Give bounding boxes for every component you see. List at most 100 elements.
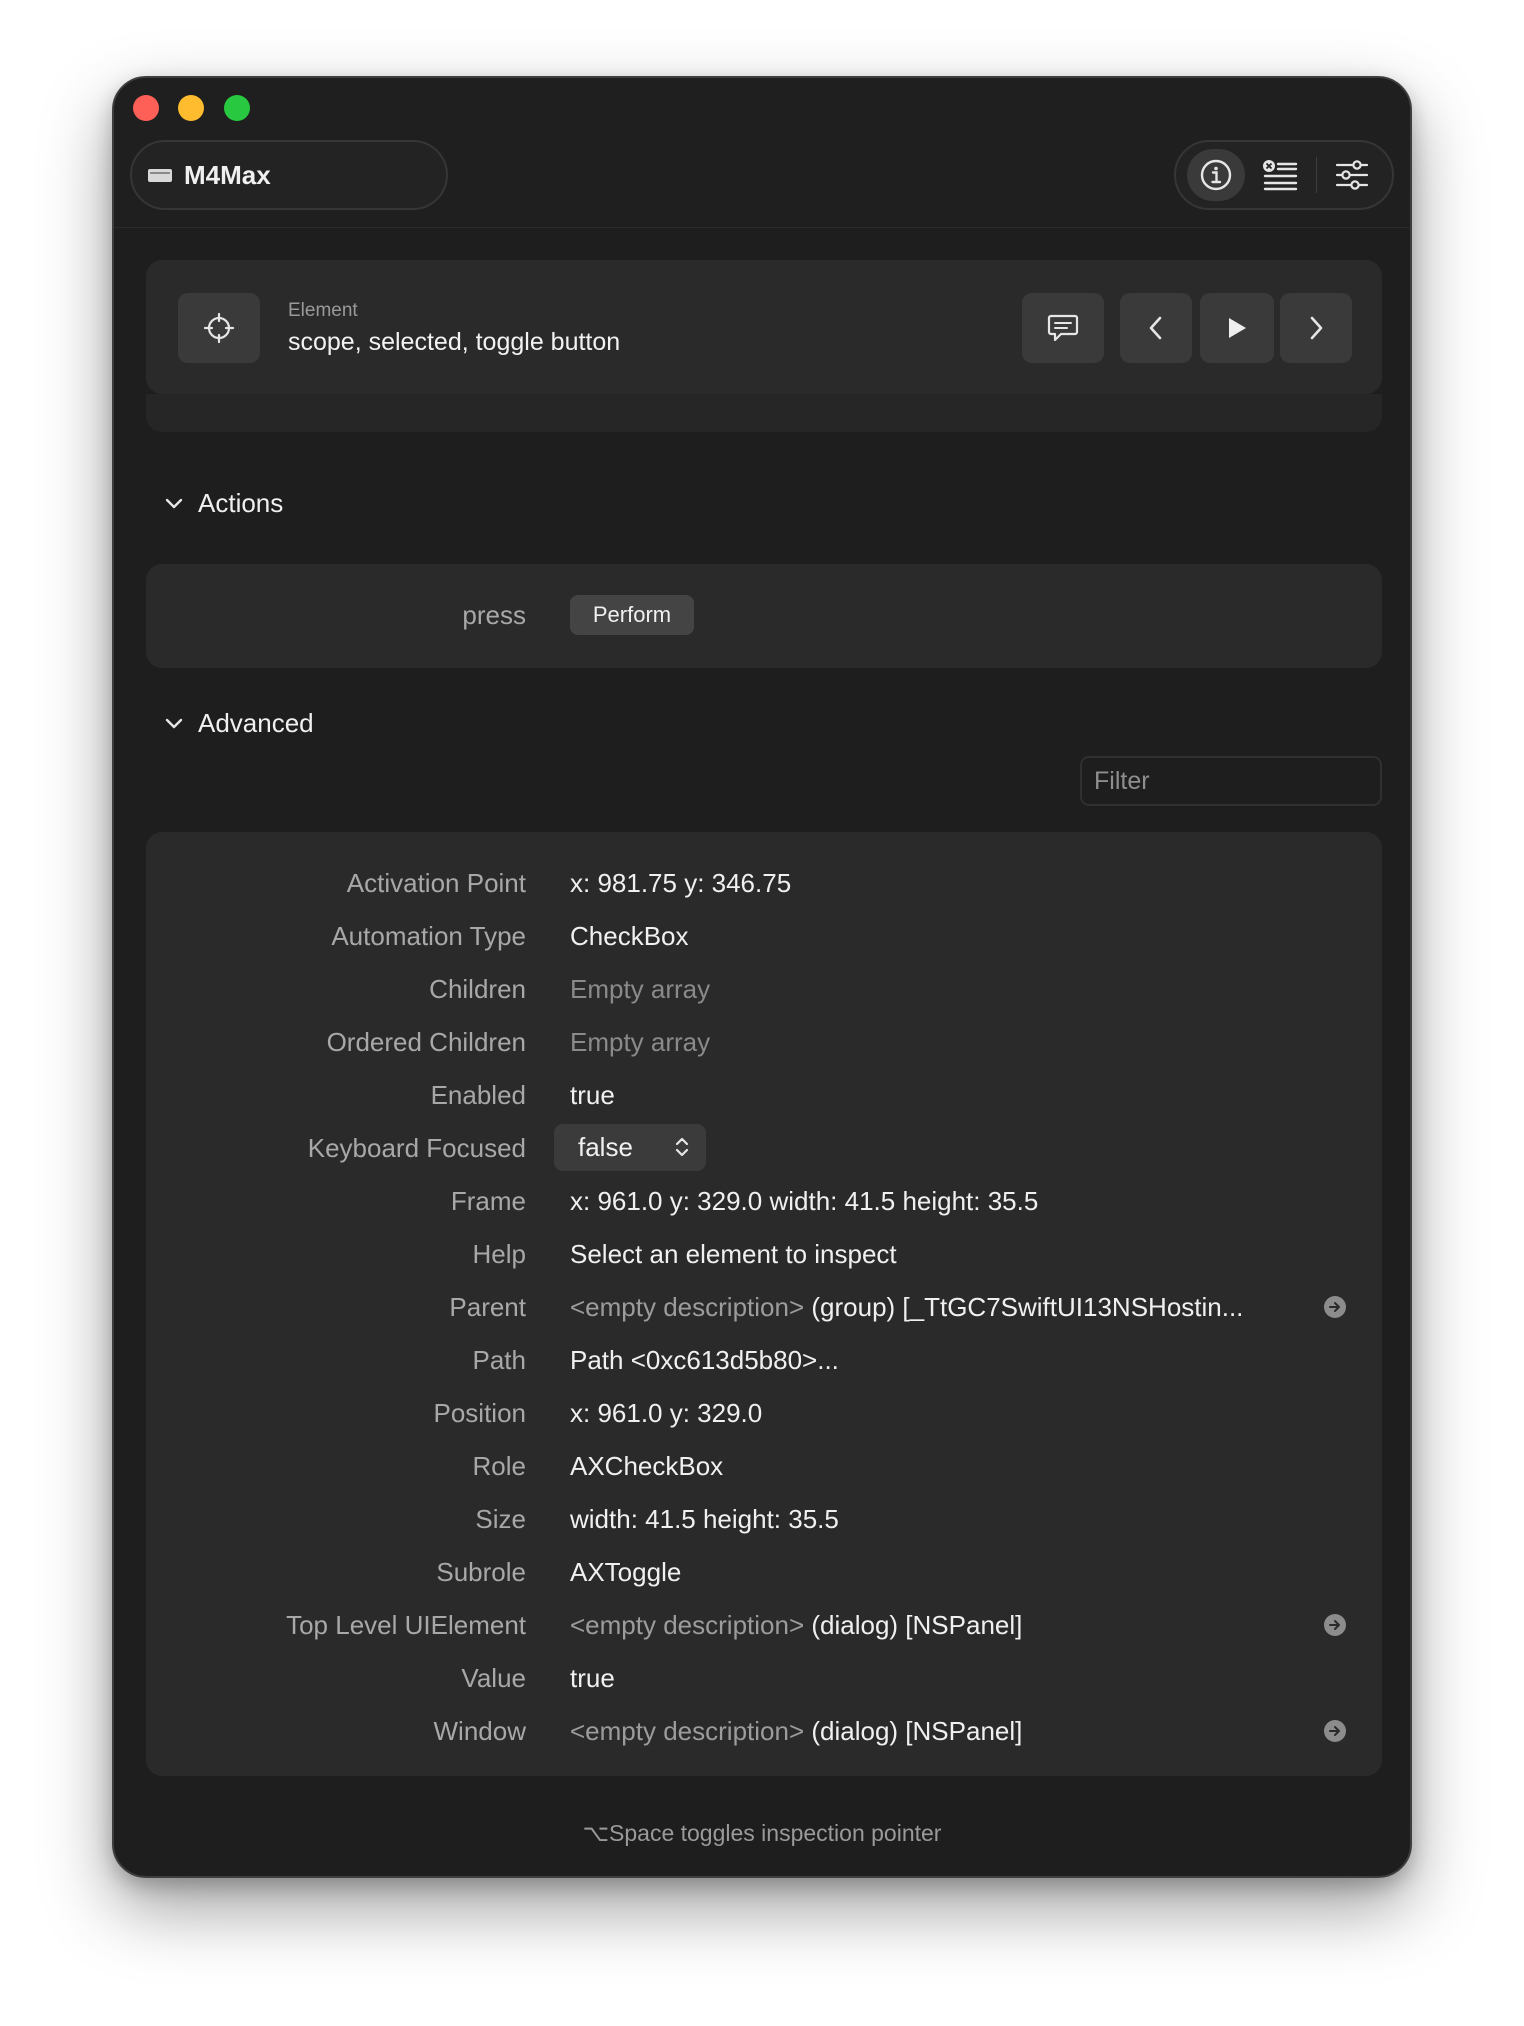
keyboard-focused-select[interactable]: false (554, 1124, 706, 1171)
zoom-window-button[interactable] (224, 95, 250, 121)
attribute-key: Top Level UIElement (286, 1610, 526, 1640)
attribute-key: Enabled (430, 1080, 526, 1110)
attribute-value: x: 961.0 y: 329.0 width: 41.5 height: 35… (570, 1186, 1039, 1216)
attribute-row-parent: Parent <empty description> (group) [_TtG… (146, 1280, 1382, 1333)
advanced-section-title: Advanced (198, 708, 314, 738)
attribute-key: Value (461, 1663, 526, 1693)
attribute-value: Empty array (570, 1027, 711, 1057)
attribute-key: Subrole (436, 1557, 526, 1587)
close-window-button[interactable] (133, 95, 159, 121)
attribute-key: Frame (450, 1186, 526, 1216)
attribute-value: Select an element to inspect (570, 1239, 897, 1269)
attribute-row-position: Position x: 961.0 y: 329.0 (146, 1386, 1382, 1439)
inspect-target-button[interactable] (178, 293, 260, 363)
attribute-value: Empty array (570, 974, 711, 1004)
attribute-key: Role (472, 1451, 526, 1481)
speech-bubble-icon (1047, 314, 1079, 342)
element-caption: Element (288, 300, 358, 321)
minimize-window-button[interactable] (178, 95, 204, 121)
attribute-value-description: <empty description> (570, 1292, 805, 1322)
info-circle-icon (1200, 159, 1232, 191)
navigate-arrow-icon[interactable] (1324, 1614, 1346, 1636)
attribute-value: Path <0xc613d5b80>... (570, 1345, 839, 1375)
chevron-right-icon (1310, 316, 1323, 340)
attribute-key: Path (472, 1345, 527, 1375)
select-value: false (578, 1132, 633, 1162)
element-description: scope, selected, toggle button (288, 328, 621, 356)
attribute-row-window: Window <empty description> (dialog) [NSP… (146, 1704, 1382, 1757)
device-selector[interactable]: M4Max (130, 140, 448, 210)
actions-section-title: Actions (198, 488, 284, 518)
crosshair-icon (203, 312, 235, 344)
settings-button[interactable] (1323, 149, 1381, 201)
attribute-value: true (570, 1080, 615, 1110)
attribute-key: Help (472, 1239, 526, 1269)
play-button[interactable] (1200, 293, 1274, 363)
previous-element-button[interactable] (1120, 293, 1192, 363)
attribute-value: <empty description> (dialog) [NSPanel] (570, 1610, 1022, 1641)
attribute-value-detail: (dialog) [NSPanel] (811, 1716, 1023, 1746)
attribute-value-detail: (dialog) [NSPanel] (811, 1610, 1023, 1640)
attribute-value: x: 981.75 y: 346.75 (570, 868, 792, 898)
attribute-key: Size (475, 1504, 526, 1534)
element-card-overflow (146, 394, 1382, 432)
toolbar-group (1174, 140, 1394, 210)
list-with-badge-icon (1263, 160, 1298, 191)
attribute-value: AXToggle (570, 1557, 682, 1587)
attribute-row-subrole: Subrole AXToggle (146, 1545, 1382, 1598)
navigate-arrow-icon[interactable] (1324, 1720, 1346, 1742)
filter-input[interactable] (1080, 756, 1382, 806)
attribute-row-role: Role AXCheckBox (146, 1439, 1382, 1492)
attribute-value: CheckBox (570, 921, 689, 951)
inspector-window: M4Max Element scope, selected, toggle bu… (112, 76, 1412, 1878)
title-bar: M4Max (114, 78, 1410, 228)
attribute-row-keyboard-focused: Keyboard Focused false (146, 1121, 1382, 1174)
attribute-key: Automation Type (331, 921, 526, 951)
attribute-row-path: Path Path <0xc613d5b80>... (146, 1333, 1382, 1386)
attribute-row-size: Size width: 41.5 height: 35.5 (146, 1492, 1382, 1545)
attribute-row-children: Children Empty array (146, 962, 1382, 1015)
attribute-key: Window (433, 1716, 526, 1746)
toolbar-separator (1315, 157, 1317, 193)
attribute-value: <empty description> (dialog) [NSPanel] (570, 1716, 1022, 1747)
attributes-card: Activation Point x: 981.75 y: 346.75 Aut… (146, 832, 1382, 1776)
element-card: Element scope, selected, toggle button (146, 260, 1382, 394)
action-name: press (462, 600, 526, 630)
device-icon (148, 168, 172, 182)
attribute-key: Children (429, 974, 526, 1004)
attribute-value: <empty description> (group) [_TtGC7Swift… (570, 1292, 1243, 1323)
up-down-chevron-icon (675, 1137, 689, 1157)
attribute-key: Keyboard Focused (307, 1133, 526, 1163)
actions-card: press Perform (146, 564, 1382, 668)
attribute-row-top-level-uielement: Top Level UIElement <empty description> … (146, 1598, 1382, 1651)
attribute-value-description: <empty description> (570, 1716, 805, 1746)
attribute-value: AXCheckBox (570, 1451, 724, 1481)
attribute-value-detail: (group) [_TtGC7SwiftUI13NSHostin... (811, 1292, 1244, 1322)
attribute-row-automation-type: Automation Type CheckBox (146, 909, 1382, 962)
speak-button[interactable] (1022, 293, 1104, 363)
attribute-row-frame: Frame x: 961.0 y: 329.0 width: 41.5 heig… (146, 1174, 1382, 1227)
chevron-left-icon (1149, 316, 1162, 340)
device-name: M4Max (184, 159, 271, 190)
attribute-key: Activation Point (346, 868, 526, 898)
actions-section-toggle[interactable]: Actions (164, 488, 283, 519)
attribute-row-ordered-children: Ordered Children Empty array (146, 1015, 1382, 1068)
attribute-value: true (570, 1663, 615, 1693)
attribute-row-value: Value true (146, 1651, 1382, 1704)
attribute-row-activation-point: Activation Point x: 981.75 y: 346.75 (146, 856, 1382, 909)
attribute-key: Parent (449, 1292, 526, 1322)
navigate-arrow-icon[interactable] (1324, 1296, 1346, 1318)
advanced-section-toggle[interactable]: Advanced (164, 708, 314, 739)
info-button[interactable] (1187, 149, 1246, 201)
attribute-value: width: 41.5 height: 35.5 (570, 1504, 839, 1534)
chevron-down-icon (165, 718, 183, 728)
chevron-down-icon (165, 498, 183, 508)
attribute-row-enabled: Enabled true (146, 1068, 1382, 1121)
attribute-key: Position (433, 1398, 527, 1428)
next-element-button[interactable] (1280, 293, 1352, 363)
attributes-list-button[interactable] (1251, 149, 1309, 201)
perform-button[interactable]: Perform (570, 595, 694, 635)
play-icon (1229, 318, 1246, 338)
footer-hint: ⌥Space toggles inspection pointer (582, 1820, 942, 1846)
attribute-row-help: Help Select an element to inspect (146, 1227, 1382, 1280)
